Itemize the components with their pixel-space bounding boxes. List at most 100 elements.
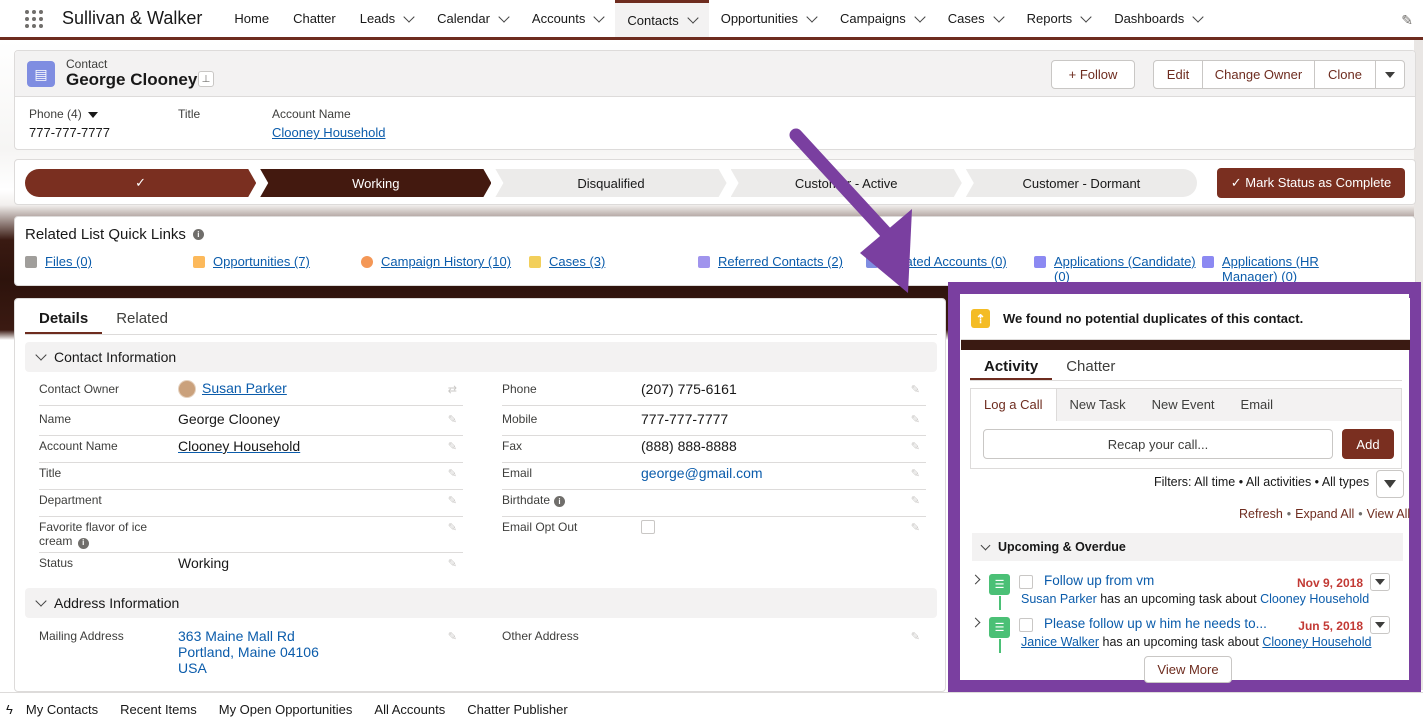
add-button[interactable]: Add (1342, 429, 1394, 459)
nav-opportunities[interactable]: Opportunities (709, 0, 828, 37)
account-link[interactable]: Clooney Household (178, 438, 300, 454)
account-link[interactable]: Clooney Household (272, 125, 385, 140)
chevron-down-icon[interactable] (914, 10, 926, 23)
view-more-button[interactable]: View More (1144, 656, 1232, 683)
utility-all-accounts[interactable]: All Accounts (363, 702, 456, 717)
edit-pencil-icon[interactable]: ✎ (911, 383, 920, 396)
change-owner-button[interactable]: Change Owner (1202, 60, 1315, 89)
task-checkbox[interactable] (1019, 575, 1033, 589)
chevron-right-icon[interactable] (970, 574, 981, 585)
chevron-down-icon[interactable] (806, 10, 818, 23)
view-all-link[interactable]: View All (1367, 507, 1411, 521)
edit-pencil-icon[interactable]: ✎ (911, 413, 920, 426)
quick-link-applications-candidate[interactable]: Applications (Candidate) (0) (1034, 254, 1199, 284)
nav-home[interactable]: Home (222, 0, 281, 37)
path-stage-customer-dormant[interactable]: Customer - Dormant (965, 169, 1198, 197)
tab-email[interactable]: Email (1228, 389, 1287, 423)
task-related-link[interactable]: Clooney Household (1262, 635, 1371, 649)
quick-link-label[interactable]: Applications (HR Manager) (0) (1222, 254, 1342, 284)
tab-details[interactable]: Details (25, 307, 103, 334)
clone-button[interactable]: Clone (1314, 60, 1376, 89)
tab-new-event[interactable]: New Event (1139, 389, 1228, 423)
nav-accounts[interactable]: Accounts (520, 0, 615, 37)
nav-calendar[interactable]: Calendar (425, 0, 520, 37)
quick-link-files[interactable]: Files (0) (25, 254, 92, 269)
path-stage-working[interactable]: Working (260, 169, 491, 197)
quick-link-label[interactable]: Related Accounts (0) (886, 254, 1007, 269)
section-contact-information[interactable]: Contact Information (25, 342, 937, 372)
app-launcher-icon[interactable] (23, 8, 45, 30)
edit-pencil-icon[interactable]: ✎ (448, 413, 457, 426)
info-icon[interactable]: i (192, 229, 204, 240)
owner-link[interactable]: Susan Parker (202, 380, 287, 396)
task-menu-button[interactable] (1370, 573, 1390, 591)
task-title-link[interactable]: Please follow up w him he needs to... (1044, 616, 1267, 631)
edit-pencil-icon[interactable]: ✎ (911, 467, 920, 480)
nav-chatter[interactable]: Chatter (281, 0, 348, 37)
quick-link-related-accounts[interactable]: Related Accounts (0) (866, 254, 1007, 269)
tab-activity[interactable]: Activity (970, 355, 1053, 380)
section-address-information[interactable]: Address Information (25, 588, 937, 618)
phone-dropdown-icon[interactable] (88, 112, 99, 118)
chevron-down-icon[interactable] (1192, 10, 1204, 23)
quick-link-label[interactable]: Campaign History (10) (381, 254, 511, 269)
upcoming-overdue-section[interactable]: Upcoming & Overdue (972, 533, 1403, 561)
nav-dashboards[interactable]: Dashboards (1102, 0, 1214, 37)
path-stage-disqualified[interactable]: Disqualified (495, 169, 726, 197)
quick-link-label[interactable]: Opportunities (7) (213, 254, 310, 269)
utility-recent-items[interactable]: Recent Items (109, 702, 208, 717)
edit-pencil-icon[interactable]: ✎ (448, 557, 457, 570)
refresh-link[interactable]: Refresh (1239, 507, 1283, 521)
nav-reports[interactable]: Reports (1015, 0, 1103, 37)
email-link[interactable]: george@gmail.com (641, 465, 763, 481)
more-actions-button[interactable] (1375, 60, 1405, 89)
quick-link-label[interactable]: Referred Contacts (2) (718, 254, 843, 269)
hierarchy-icon[interactable]: ⊥ (198, 71, 214, 87)
quick-link-label[interactable]: Applications (Candidate) (0) (1054, 254, 1199, 284)
quick-link-label[interactable]: Cases (3) (549, 254, 605, 269)
chevron-down-icon[interactable] (593, 10, 606, 23)
email-opt-out-checkbox[interactable] (641, 520, 655, 534)
edit-pencil-icon[interactable]: ✎ (448, 440, 457, 453)
tab-new-task[interactable]: New Task (1057, 389, 1139, 423)
quick-link-applications-hr[interactable]: Applications (HR Manager) (0) (1202, 254, 1342, 284)
mark-status-complete-button[interactable]: ✓ Mark Status as Complete (1217, 168, 1405, 198)
edit-nav-pencil-icon[interactable]: ✎ (1401, 12, 1413, 29)
quick-link-campaign-history[interactable]: Campaign History (10) (361, 254, 511, 269)
info-icon[interactable]: i (554, 496, 566, 507)
filter-icon[interactable] (1376, 470, 1404, 498)
chevron-down-icon[interactable] (1080, 10, 1092, 23)
edit-button[interactable]: Edit (1153, 60, 1203, 89)
task-owner-link[interactable]: Janice Walker (1021, 635, 1099, 649)
tab-chatter[interactable]: Chatter (1052, 355, 1129, 380)
task-title-link[interactable]: Follow up from vm (1044, 573, 1154, 588)
chevron-down-icon[interactable] (687, 12, 699, 24)
task-menu-button[interactable] (1370, 616, 1390, 634)
chevron-down-icon[interactable] (992, 10, 1005, 23)
quick-link-referred-contacts[interactable]: Referred Contacts (2) (698, 254, 843, 269)
nav-contacts[interactable]: Contacts (615, 0, 709, 37)
utility-chatter-publisher[interactable]: Chatter Publisher (456, 702, 578, 717)
nav-cases[interactable]: Cases (936, 0, 1015, 37)
edit-pencil-icon[interactable]: ✎ (448, 630, 457, 643)
task-owner-link[interactable]: Susan Parker (1021, 592, 1097, 606)
utility-my-open-opportunities[interactable]: My Open Opportunities (208, 702, 364, 717)
edit-pencil-icon[interactable]: ✎ (911, 521, 920, 534)
utility-my-contacts[interactable]: My Contacts (15, 702, 109, 717)
recap-call-input[interactable]: Recap your call... (983, 429, 1333, 459)
edit-pencil-icon[interactable]: ✎ (448, 521, 457, 534)
path-stage-customer-active[interactable]: Customer - Active (731, 169, 962, 197)
chevron-down-icon[interactable] (498, 10, 510, 23)
expand-all-link[interactable]: Expand All (1295, 507, 1354, 521)
follow-button[interactable]: + Follow (1051, 60, 1135, 89)
path-stage-complete[interactable]: ✓ (25, 169, 256, 197)
edit-pencil-icon[interactable]: ✎ (911, 440, 920, 453)
chevron-down-icon[interactable] (403, 10, 415, 23)
mailing-address-link[interactable]: 363 Maine Mall Rd Portland, Maine 04106 … (178, 628, 319, 676)
nav-leads[interactable]: Leads (348, 0, 425, 37)
task-related-link[interactable]: Clooney Household (1260, 592, 1369, 606)
chevron-right-icon[interactable] (970, 617, 981, 628)
edit-pencil-icon[interactable]: ✎ (911, 494, 920, 507)
quick-link-cases[interactable]: Cases (3) (529, 254, 605, 269)
tab-log-a-call[interactable]: Log a Call (971, 389, 1057, 423)
